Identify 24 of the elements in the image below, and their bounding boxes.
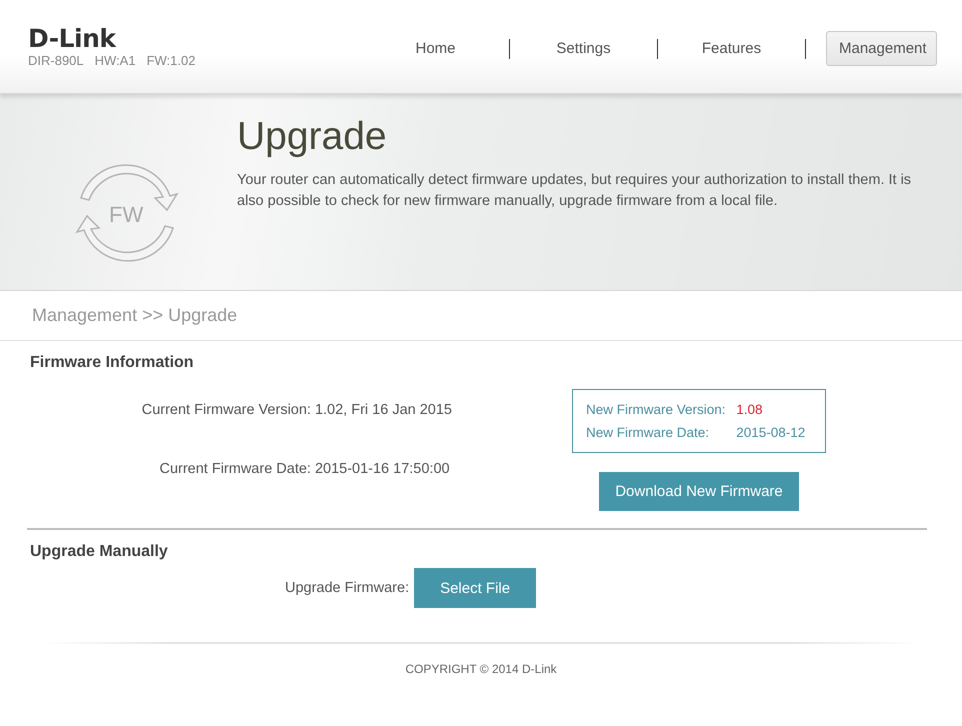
- field-value: 1.08: [736, 402, 764, 417]
- copyright: COPYRIGHT © 2014 D-Link: [404, 662, 558, 676]
- model-info: FW:1.02: [146, 53, 196, 68]
- nav-tab[interactable]: Settings: [520, 31, 647, 66]
- page-description: Your router can automatically detect firmware updates, but requires your authorization to install them. It is also possible to check for new firmware manually, upgrade firmware from a local file.: [237, 171, 912, 211]
- section-heading: Upgrade Manually: [29, 542, 169, 561]
- section-heading: Firmware Information: [29, 353, 195, 372]
- page-title: Upgrade: [237, 114, 388, 160]
- field-label: Current Firmware Version:: [142, 402, 311, 420]
- nav-tab[interactable]: Home: [372, 31, 499, 66]
- field-label: New Firmware Date:: [586, 425, 710, 440]
- field-value: 2015-01-16 17:50:00: [314, 460, 451, 478]
- nav-tab[interactable]: Management: [826, 31, 937, 66]
- nav-tab[interactable]: Features: [668, 31, 795, 66]
- model-info: HW:A1: [94, 53, 136, 68]
- field-value: 1.02, Fri 16 Jan 2015: [314, 402, 452, 420]
- breadcrumb: Management >> Upgrade: [0, 291, 962, 341]
- field-label: New Firmware Version:: [586, 402, 727, 417]
- field-label: Current Firmware Date:: [158, 460, 311, 478]
- model-info: DIR-890L: [28, 53, 84, 68]
- icon-label: FW: [109, 202, 144, 228]
- logo: D-Link: [28, 26, 118, 52]
- field-value: 2015-08-12: [736, 425, 806, 440]
- field-label: Upgrade Firmware:: [285, 580, 410, 596]
